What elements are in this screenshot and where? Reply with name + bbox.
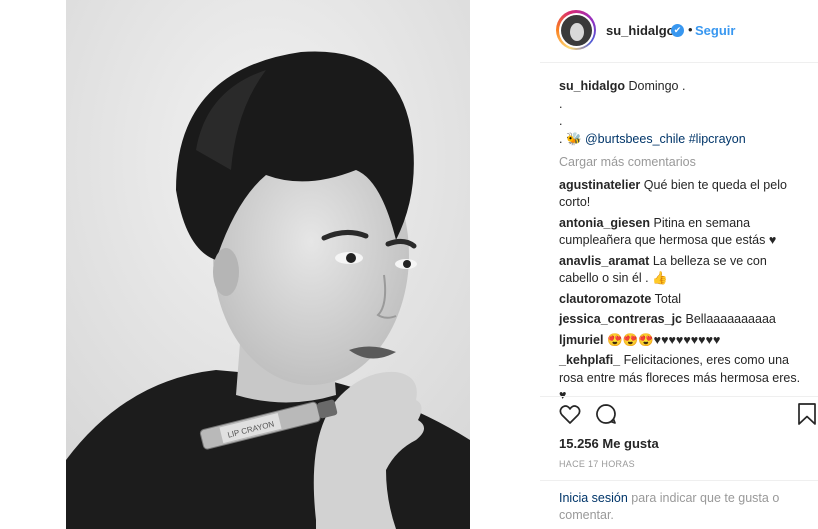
comment-item: jessica_contreras_jc Bellaaaaaaaaaa [559, 311, 809, 329]
caption-line: . [559, 114, 563, 128]
comments-list: su_hidalgo Domingo . . . . 🐝 @burtsbees_… [559, 78, 809, 408]
mention-link[interactable]: @burtsbees_chile [585, 132, 685, 146]
post-header: su_hidalgo ✔ • Seguir [540, 10, 818, 52]
caption: su_hidalgo Domingo . . . . 🐝 @burtsbees_… [559, 78, 809, 148]
caption-line: . [559, 96, 563, 111]
comment-username[interactable]: ljmuriel [559, 333, 603, 347]
comment-username[interactable]: jessica_contreras_jc [559, 312, 682, 326]
comment-item: anavlis_aramat La belleza se ve con cabe… [559, 253, 809, 288]
comment-username[interactable]: anavlis_aramat [559, 254, 649, 268]
hashtag-link[interactable]: #lipcrayon [689, 132, 746, 146]
login-prompt: Inicia sesión para indicar que te gusta … [559, 490, 809, 524]
divider [540, 62, 818, 63]
comment-item: ljmuriel 😍😍😍♥♥♥♥♥♥♥♥♥ [559, 332, 809, 350]
caption-line: . 🐝 @burtsbees_chile #lipcrayon [559, 131, 809, 149]
comment-username[interactable]: agustinatelier [559, 178, 640, 192]
caption-text: Domingo . [628, 79, 686, 93]
heart-icon[interactable] [558, 402, 584, 428]
likes-count[interactable]: 15.256 Me gusta [559, 436, 659, 451]
follow-separator: • [688, 22, 693, 37]
login-link[interactable]: Inicia sesión [559, 491, 628, 505]
avatar-image [560, 14, 592, 46]
comment-username[interactable]: antonia_giesen [559, 216, 650, 230]
comment-text: Bellaaaaaaaaaa [685, 312, 776, 326]
comment-item: agustinatelier Qué bien te queda el pelo… [559, 177, 809, 212]
comment-bubble-icon[interactable] [594, 402, 620, 428]
comment-item: antonia_giesen Pitina en semana cumpleañ… [559, 215, 809, 250]
caption-prefix: . 🐝 [559, 131, 585, 146]
post-timestamp[interactable]: HACE 17 HORAS [559, 459, 635, 469]
bookmark-icon[interactable] [796, 402, 818, 428]
avatar-ring [558, 12, 594, 48]
post-sidebar: su_hidalgo ✔ • Seguir su_hidalgo Domingo… [540, 0, 818, 529]
caption-username[interactable]: su_hidalgo [559, 79, 625, 93]
username-link[interactable]: su_hidalgo [606, 23, 675, 38]
avatar[interactable] [556, 10, 596, 50]
divider [540, 396, 818, 397]
portrait-photo: LIP CRAYON [66, 0, 470, 529]
verified-badge-icon: ✔ [671, 24, 684, 37]
follow-button[interactable]: Seguir [695, 23, 735, 38]
divider [540, 480, 818, 481]
comment-text: 😍😍😍♥♥♥♥♥♥♥♥♥ [606, 332, 721, 347]
comment-text: Total [654, 291, 682, 306]
comment-item: clautoromazote Total [559, 291, 809, 309]
post-photo[interactable]: LIP CRAYON [66, 0, 470, 529]
load-more-comments-button[interactable]: Cargar más comentarios [559, 154, 809, 172]
comment-username[interactable]: clautoromazote [559, 292, 651, 306]
comment-username[interactable]: _kehplafi_ [559, 353, 620, 367]
post-actions [558, 402, 818, 430]
